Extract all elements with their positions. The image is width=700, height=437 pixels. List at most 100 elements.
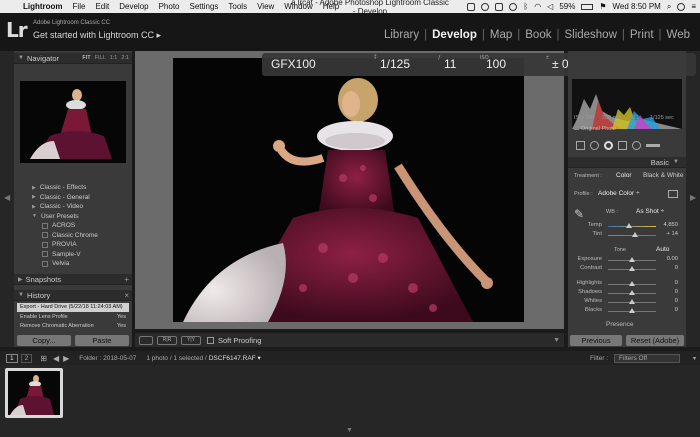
back-arrow-icon[interactable]: ◀ bbox=[53, 354, 59, 363]
creative-cloud-icon[interactable] bbox=[467, 2, 476, 11]
module-web[interactable]: Web bbox=[663, 29, 694, 41]
left-panel-toggle[interactable]: ◀ bbox=[0, 51, 14, 347]
menu-settings[interactable]: Settings bbox=[185, 2, 224, 11]
module-book[interactable]: Book bbox=[521, 29, 555, 41]
main-photo[interactable] bbox=[173, 58, 524, 322]
battery-icon[interactable] bbox=[581, 3, 594, 10]
graduated-filter-icon[interactable] bbox=[618, 140, 627, 150]
module-print[interactable]: Print bbox=[626, 29, 658, 41]
tint-slider[interactable]: Tint + 14 bbox=[574, 231, 680, 239]
auto-tone-button[interactable]: Auto bbox=[656, 246, 669, 253]
module-library[interactable]: Library bbox=[380, 29, 423, 41]
zoom-1-1[interactable]: 1:1 bbox=[110, 55, 118, 61]
preset-folder-video[interactable]: ▶ Classic - Video bbox=[14, 202, 132, 212]
clear-history-button[interactable]: × bbox=[124, 291, 129, 300]
preset-folder-general[interactable]: ▶ Classic - General bbox=[14, 193, 132, 203]
previous-button[interactable]: Previous bbox=[570, 335, 622, 346]
menu-tools[interactable]: Tools bbox=[223, 2, 252, 11]
screen-2-button[interactable]: 2 bbox=[20, 353, 33, 363]
history-item-selected[interactable]: Export - Hard Drive (5/22/18 11:24:03 AM… bbox=[17, 303, 129, 312]
exposure-slider[interactable]: Exposure 0.00 bbox=[574, 256, 680, 264]
grid-view-icon[interactable]: ⊞ bbox=[40, 354, 47, 363]
histogram[interactable] bbox=[572, 79, 682, 129]
red-eye-icon[interactable] bbox=[604, 140, 613, 150]
add-snapshot-button[interactable]: + bbox=[124, 275, 129, 284]
soft-proofing-checkbox[interactable] bbox=[207, 336, 214, 344]
sync-icon[interactable] bbox=[481, 2, 490, 11]
blacks-slider[interactable]: Blacks 0 bbox=[574, 307, 680, 315]
menu-lightroom[interactable]: Lightroom bbox=[18, 2, 68, 11]
copy-button[interactable]: Copy... bbox=[17, 335, 71, 346]
whites-slider[interactable]: Whites 0 bbox=[574, 298, 680, 306]
slider-knob[interactable] bbox=[629, 281, 635, 286]
treatment-bw[interactable]: Black & White bbox=[643, 172, 683, 179]
spot-removal-icon[interactable] bbox=[590, 140, 599, 150]
menu-edit[interactable]: Edit bbox=[90, 2, 114, 11]
preset-sample-v[interactable]: Sample-V bbox=[14, 250, 132, 260]
slider-knob[interactable] bbox=[632, 232, 638, 237]
zoom-fill[interactable]: FILL bbox=[95, 55, 106, 61]
folder-info[interactable]: Folder : 2018-05-07 bbox=[79, 355, 136, 362]
loupe-view-button[interactable] bbox=[139, 335, 153, 345]
preset-velvia[interactable]: Velvia bbox=[14, 259, 132, 269]
reset-button[interactable]: Reset (Adobe) bbox=[626, 335, 684, 346]
profile-select[interactable]: Adobe Color ÷ bbox=[598, 190, 640, 197]
slider-knob[interactable] bbox=[626, 223, 632, 228]
navigator-header[interactable]: ▼ Navigator FIT FILL 1:1 2:1 bbox=[14, 53, 132, 64]
preset-folder-effects[interactable]: ▶ Classic - Effects bbox=[14, 183, 132, 193]
screen-1-button[interactable]: 1 bbox=[6, 353, 18, 363]
zoom-fit[interactable]: FIT bbox=[82, 55, 90, 61]
preset-provia[interactable]: PROVIA bbox=[14, 240, 132, 250]
wb-select[interactable]: As Shot ÷ bbox=[636, 208, 664, 215]
menu-view[interactable]: View bbox=[252, 2, 279, 11]
filmstrip-thumbnail[interactable] bbox=[5, 368, 63, 418]
treatment-color[interactable]: Color bbox=[616, 172, 632, 179]
bottom-panel-toggle-icon[interactable]: ▼ bbox=[346, 427, 353, 434]
profile-browser-icon[interactable] bbox=[668, 190, 678, 198]
slider-knob[interactable] bbox=[629, 257, 635, 262]
preset-folder-user[interactable]: ▼ User Presets bbox=[14, 212, 132, 222]
menu-photo[interactable]: Photo bbox=[154, 2, 185, 11]
spotlight-icon[interactable]: ⌕ bbox=[667, 2, 671, 12]
history-item[interactable]: Enable Lens Profile Yes bbox=[17, 313, 129, 321]
filmstrip-toggle-icon[interactable]: ▾ bbox=[693, 355, 696, 362]
time-machine-icon[interactable] bbox=[509, 2, 518, 11]
menu-develop[interactable]: Develop bbox=[114, 2, 153, 11]
siri-icon[interactable] bbox=[677, 2, 686, 11]
wb-eyedropper-icon[interactable]: ✎ bbox=[574, 207, 584, 221]
module-map[interactable]: Map bbox=[486, 29, 516, 41]
crop-icon[interactable] bbox=[576, 140, 585, 150]
forward-arrow-icon[interactable]: ▶ bbox=[63, 354, 69, 363]
temp-slider[interactable]: Temp 4,850 bbox=[574, 222, 680, 230]
navigator-preview[interactable] bbox=[20, 81, 126, 163]
slider-knob[interactable] bbox=[629, 308, 635, 313]
dropbox-icon[interactable] bbox=[495, 2, 504, 11]
preset-classic-chrome[interactable]: Classic Chrome bbox=[14, 231, 132, 241]
snapshots-header[interactable]: ▶ Snapshots + bbox=[14, 274, 132, 285]
toolbar-menu-icon[interactable]: ▼ bbox=[553, 337, 560, 344]
module-slideshow[interactable]: Slideshow bbox=[560, 29, 620, 41]
preset-acros[interactable]: ACROS bbox=[14, 221, 132, 231]
shadows-slider[interactable]: Shadows 0 bbox=[574, 289, 680, 297]
history-header[interactable]: ▼ History × bbox=[14, 290, 132, 301]
original-photo-checkbox[interactable] bbox=[574, 125, 579, 130]
flag-icon[interactable]: ⚑ bbox=[599, 2, 606, 11]
radial-filter-icon[interactable] bbox=[632, 140, 641, 150]
before-after-button[interactable]: R|R bbox=[157, 335, 177, 345]
clock[interactable]: Wed 8:50 PM bbox=[613, 2, 661, 11]
slider-knob[interactable] bbox=[629, 266, 635, 271]
filter-select[interactable]: Filters Off bbox=[614, 353, 680, 363]
paste-button[interactable]: Paste bbox=[75, 335, 129, 346]
volume-icon[interactable]: ◁ bbox=[547, 2, 553, 11]
basic-header[interactable]: Basic ▼ bbox=[568, 157, 686, 168]
module-develop[interactable]: Develop bbox=[428, 29, 481, 41]
slider-knob[interactable] bbox=[629, 299, 635, 304]
zoom-2-1[interactable]: 2:1 bbox=[121, 55, 129, 61]
slider-knob[interactable] bbox=[629, 290, 635, 295]
notification-center-icon[interactable]: ≡ bbox=[691, 2, 696, 11]
wifi-icon[interactable]: ◠ bbox=[534, 2, 541, 11]
highlights-slider[interactable]: Highlights 0 bbox=[574, 280, 680, 288]
bluetooth-icon[interactable]: ᛒ bbox=[523, 2, 528, 11]
menu-file[interactable]: File bbox=[68, 2, 91, 11]
adjustment-brush-icon[interactable] bbox=[646, 143, 660, 147]
